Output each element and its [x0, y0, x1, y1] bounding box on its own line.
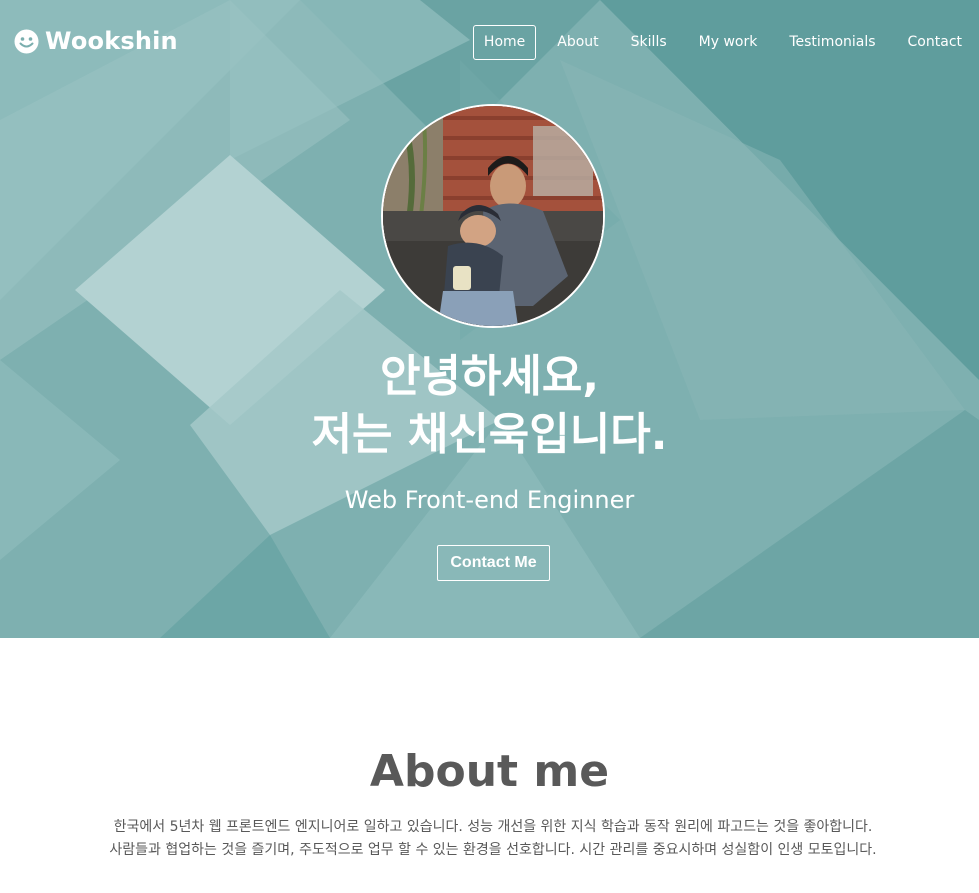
nav-item-testimonials[interactable]: Testimonials: [778, 25, 886, 60]
profile-photo-image: [383, 106, 603, 326]
hero-content: 안녕하세요, 저는 채신욱입니다. Web Front-end Enginner…: [0, 0, 979, 638]
hero-greeting: 안녕하세요, 저는 채신욱입니다.: [0, 348, 979, 464]
nav-item-home[interactable]: Home: [472, 25, 537, 60]
about-section: About me 한국에서 5년차 웹 프론트엔드 엔지니어로 일하고 있습니다…: [0, 638, 979, 893]
contact-me-button[interactable]: Contact Me: [437, 545, 550, 581]
about-title: About me: [369, 746, 610, 797]
top-navbar: Wookshin Home About Skills My work Testi…: [0, 0, 979, 86]
brand-logo[interactable]: Wookshin: [14, 27, 178, 55]
smiley-icon: [14, 29, 39, 53]
hero-greeting-line2: 저는 채신욱입니다.: [311, 409, 668, 460]
nav-item-skills[interactable]: Skills: [620, 25, 678, 60]
hero-section: Wookshin Home About Skills My work Testi…: [0, 0, 979, 638]
hero-subtitle: Web Front-end Enginner: [344, 486, 635, 514]
brand-name: Wookshin: [45, 27, 178, 55]
nav-item-about[interactable]: About: [546, 25, 609, 60]
about-line-2: 사람들과 협업하는 것을 즐기며, 주도적으로 업무 할 수 있는 환경을 선호…: [109, 842, 877, 858]
hero-greeting-line1: 안녕하세요,: [379, 351, 600, 402]
nav-item-my-work[interactable]: My work: [688, 25, 769, 60]
about-description: 한국에서 5년차 웹 프론트엔드 엔지니어로 일하고 있습니다. 성능 개선을 …: [40, 816, 946, 862]
nav-item-contact[interactable]: Contact: [897, 25, 973, 60]
about-line-1: 한국에서 5년차 웹 프론트엔드 엔지니어로 일하고 있습니다. 성능 개선을 …: [113, 819, 873, 835]
nav-menu: Home About Skills My work Testimonials C…: [463, 25, 973, 60]
profile-photo: [381, 104, 605, 328]
